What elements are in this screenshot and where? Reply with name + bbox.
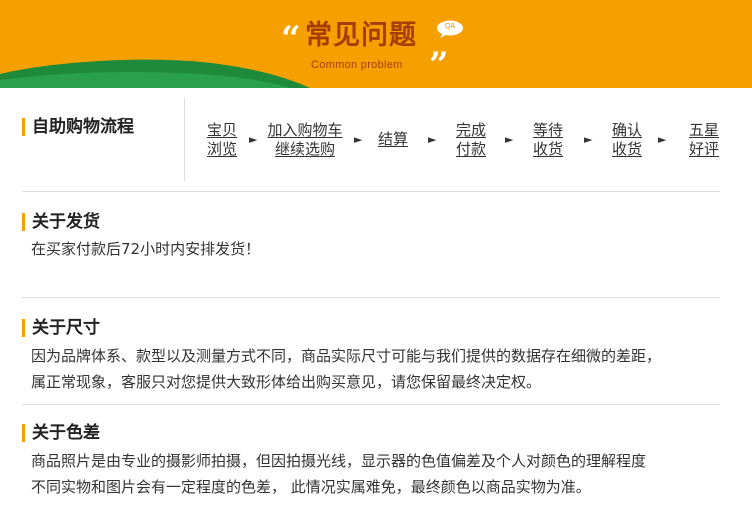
step-await-delivery[interactable]: 等待 收货 (529, 121, 567, 159)
step-checkout[interactable]: 结算 (374, 130, 412, 149)
step-label-line2: 付款 (455, 140, 486, 158)
step-browse[interactable]: 宝贝 浏览 (203, 121, 241, 159)
section-divider (22, 404, 720, 405)
arrow-icon: ► (658, 133, 667, 146)
step-label-line2: 收货 (611, 140, 642, 158)
arrow-icon: ► (584, 133, 593, 146)
qa-badge-text: QA (444, 23, 456, 30)
step-label-line2: 收货 (532, 140, 563, 158)
banner-subtitle: Common problem (311, 59, 403, 71)
step-label-line2: 继续选购 (274, 140, 335, 158)
open-quote-mark: “ (281, 19, 301, 59)
step-label-line1: 五星 (688, 121, 719, 139)
shopping-flow-title: 自助购物流程 (22, 117, 134, 137)
step-label-line1: 等待 (532, 121, 563, 139)
step-label-line1: 宝贝 (206, 121, 237, 139)
color-difference-title: 关于色差 (22, 423, 100, 443)
size-title: 关于尺寸 (22, 318, 100, 338)
banner-title: 常见问题 (305, 20, 417, 51)
size-text-line2: 属正常现象，客服只对您提供大致形体给出购买意见，请您保留最终决定权。 (31, 373, 542, 391)
arrow-icon: ► (505, 133, 514, 146)
vertical-divider (184, 98, 185, 181)
faq-banner: “ 常见问题 ” Common problem QA (0, 0, 752, 88)
step-label-line2: 浏览 (206, 140, 237, 158)
step-pay[interactable]: 完成 付款 (452, 121, 490, 159)
step-add-to-cart[interactable]: 加入购物车 继续选购 (264, 121, 346, 159)
step-five-star-review[interactable]: 五星 好评 (685, 121, 723, 159)
color-text-line1: 商品照片是由专业的摄影师拍摄，但因拍摄光线，显示器的色值偏差及个人对颜色的理解程… (31, 452, 647, 470)
size-text-line1: 因为品牌体系、款型以及测量方式不同，商品实际尺寸可能与我们提供的数据存在细微的差… (31, 347, 662, 365)
section-divider (22, 191, 720, 192)
step-label-line1: 结算 (377, 130, 408, 148)
section-divider (22, 297, 720, 298)
color-text-line2: 不同实物和图片会有一定程度的色差， 此情况实属难免，最终颜色以商品实物为准。 (31, 478, 591, 496)
arrow-icon: ► (354, 133, 363, 146)
close-quote-mark: ” (429, 45, 449, 85)
shipping-title: 关于发货 (22, 212, 100, 232)
arrow-icon: ► (249, 133, 258, 146)
step-label-line1: 完成 (455, 121, 486, 139)
qa-bubble-icon: QA (436, 20, 464, 39)
step-label-line1: 确认 (611, 121, 642, 139)
step-label-line1: 加入购物车 (267, 121, 343, 139)
step-label-line2: 好评 (688, 140, 719, 158)
arrow-icon: ► (428, 133, 437, 146)
shipping-text: 在买家付款后72小时内安排发货！ (31, 240, 261, 258)
step-confirm-receipt[interactable]: 确认 收货 (608, 121, 646, 159)
